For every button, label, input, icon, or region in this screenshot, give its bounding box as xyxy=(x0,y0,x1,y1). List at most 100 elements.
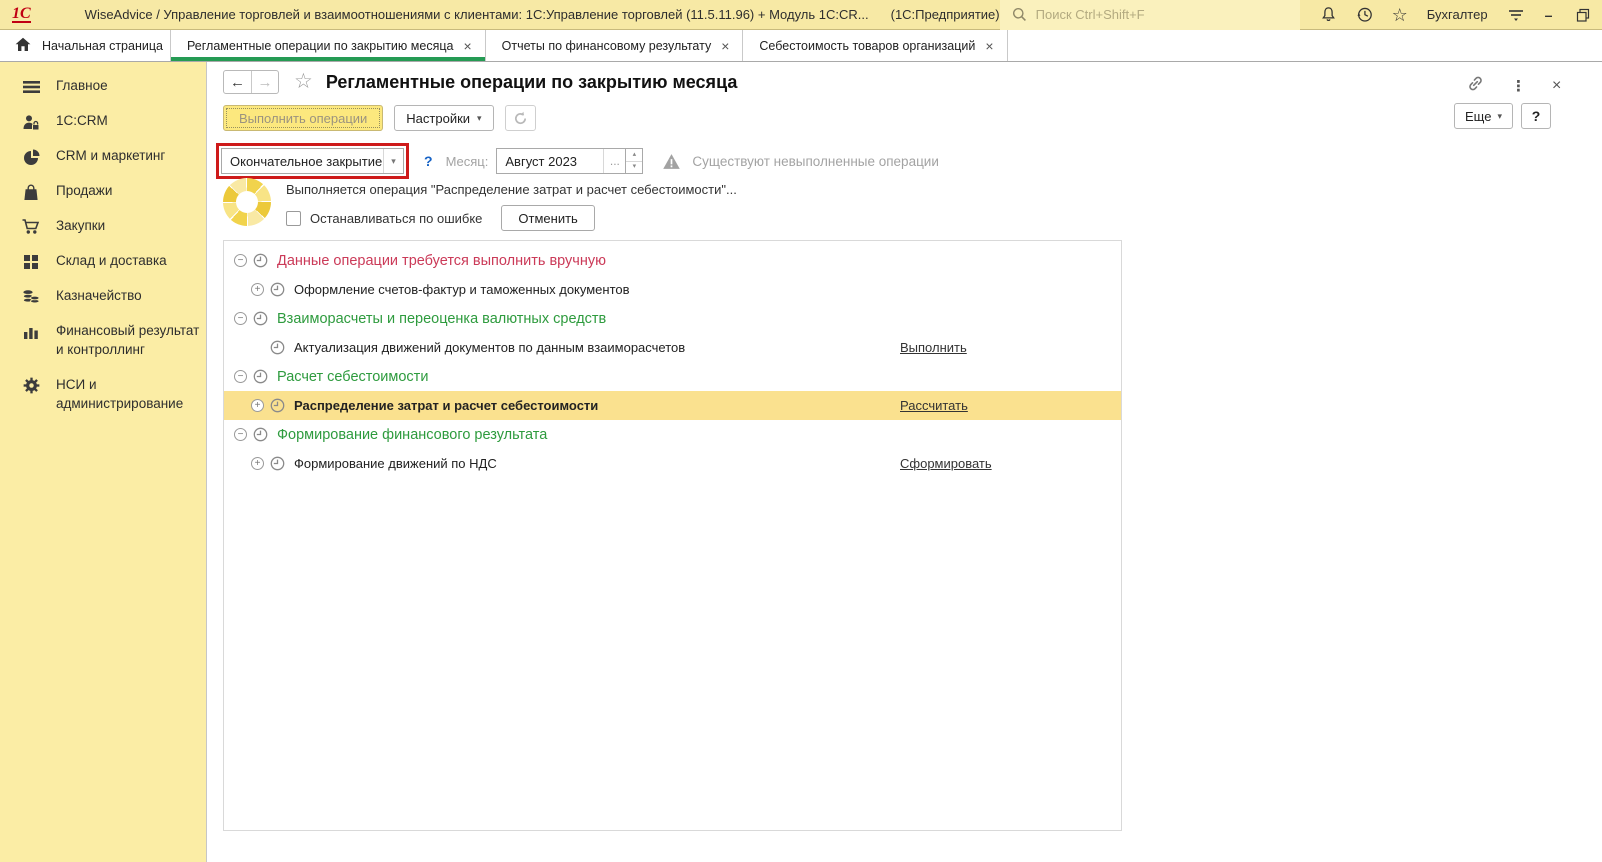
chevron-down-icon: ▾ xyxy=(477,112,482,123)
tab-close-icon[interactable]: × xyxy=(985,39,993,53)
grid-icon xyxy=(22,253,40,271)
sidebar-item-label: Главное xyxy=(56,78,108,93)
operation-label: Формирование финансового результата xyxy=(277,426,548,443)
spinner-down-icon[interactable]: ▾ xyxy=(626,162,642,174)
operation-label: Формирование движений по НДС xyxy=(294,456,497,471)
more-button[interactable]: Еще ▾ xyxy=(1454,103,1513,129)
forward-button[interactable]: → xyxy=(251,71,278,93)
expander-icon[interactable]: − xyxy=(234,254,247,267)
operation-row[interactable]: Актуализация движений документов по данн… xyxy=(224,333,1121,362)
expander-icon[interactable]: + xyxy=(251,399,264,412)
operation-action-link[interactable]: Сформировать xyxy=(900,456,992,471)
operations-list: − Данные операции требуется выполнить вру… xyxy=(223,240,1122,831)
title-bar: 1С WiseAdvice / Управление торговлей и в… xyxy=(0,0,1602,30)
sidebar-item[interactable]: Финансовый результат и контроллинг xyxy=(0,314,206,368)
home-tab-label: Начальная страница xyxy=(42,38,163,53)
topbar-icons: ☆ Бухгалтер xyxy=(1320,6,1525,24)
sidebar-item[interactable]: Казначейство xyxy=(0,279,206,314)
cancel-button[interactable]: Отменить xyxy=(501,205,595,231)
operation-row[interactable]: − Данные операции требуется выполнить вру… xyxy=(224,246,1121,275)
operation-row[interactable]: − Расчет себестоимости xyxy=(224,362,1121,391)
scheduled-clock-icon xyxy=(270,398,285,413)
sidebar-item[interactable]: Склад и доставка xyxy=(0,244,206,279)
active-tab-indicator xyxy=(171,57,485,61)
sidebar-item-label: 1C:CRM xyxy=(56,113,108,128)
form-close-icon[interactable]: × xyxy=(1552,77,1561,95)
back-button[interactable]: ← xyxy=(224,71,251,93)
get-link-icon[interactable] xyxy=(1466,75,1485,97)
more-menu-dots-icon[interactable]: ⋮ xyxy=(1511,77,1526,95)
expander-icon[interactable]: − xyxy=(234,428,247,441)
person-lock-icon xyxy=(22,113,40,131)
tab-close-icon[interactable]: × xyxy=(721,39,729,53)
operation-row[interactable]: + Формирование движений по НДС Сформироват… xyxy=(224,449,1121,478)
sidebar-item-label: Склад и доставка xyxy=(56,253,167,268)
global-search-input[interactable]: Поиск Ctrl+Shift+F xyxy=(999,0,1300,30)
chevron-down-icon: ▾ xyxy=(1497,110,1502,121)
scheduled-clock-icon xyxy=(253,427,268,442)
sidebar-item[interactable]: 1C:CRM xyxy=(0,104,206,139)
sidebar-item-label: Финансовый результат и контроллинг xyxy=(56,323,200,357)
tab-label: Себестоимость товаров организаций xyxy=(759,38,976,53)
favorites-star-icon[interactable]: ☆ xyxy=(1392,6,1408,24)
home-tab[interactable]: Начальная страница xyxy=(0,30,171,61)
sidebar-item[interactable]: Продажи xyxy=(0,174,206,209)
current-user[interactable]: Бухгалтер xyxy=(1427,7,1488,22)
operation-row[interactable]: − Формирование финансового результата xyxy=(224,420,1121,449)
history-icon[interactable] xyxy=(1356,6,1373,23)
help-button[interactable]: ? xyxy=(1520,103,1551,129)
notifications-bell-icon[interactable] xyxy=(1320,6,1337,23)
operation-row[interactable]: − Взаиморасчеты и переоценка валютных сре… xyxy=(224,304,1121,333)
progress-status-text: Выполняется операция "Распределение затр… xyxy=(286,182,737,197)
expander-icon[interactable]: + xyxy=(251,457,264,470)
tab-label: Регламентные операции по закрытию месяца xyxy=(187,38,454,53)
restore-icon[interactable] xyxy=(1576,8,1590,22)
settings-button[interactable]: Настройки ▾ xyxy=(394,105,494,131)
stop-on-error-checkbox[interactable] xyxy=(286,210,301,226)
closing-type-dropdown[interactable]: Окончательное закрытие ▾ xyxy=(221,148,404,174)
month-input[interactable]: Август 2023 ... xyxy=(496,148,627,174)
operation-label: Данные операции требуется выполнить вруч… xyxy=(277,252,606,269)
page-title: Регламентные операции по закрытию месяца xyxy=(325,71,738,92)
closing-type-help-icon[interactable]: ? xyxy=(424,153,433,169)
pie-chart-icon xyxy=(22,148,40,166)
chevron-down-icon[interactable]: ▾ xyxy=(383,149,403,173)
minimize-icon[interactable]: – xyxy=(1545,7,1553,23)
operation-row[interactable]: + Оформление счетов-фактур и таможенных д… xyxy=(224,275,1121,304)
month-picker-button[interactable]: ... xyxy=(603,149,625,173)
tab[interactable]: Регламентные операции по закрытию месяца… xyxy=(171,30,486,61)
form-corner-icons: ⋮ × xyxy=(1466,75,1561,97)
filter-row: Окончательное закрытие ▾ ? Месяц: Август… xyxy=(216,143,939,179)
tab[interactable]: Отчеты по финансовому результату × xyxy=(485,30,744,61)
main-area: ← → ☆ Регламентные операции по закрытию … xyxy=(208,62,1602,862)
operation-label: Распределение затрат и расчет себестоимо… xyxy=(294,398,599,413)
expander-icon[interactable]: − xyxy=(234,370,247,383)
operation-action-link[interactable]: Рассчитать xyxy=(900,398,968,413)
tab-label: Отчеты по финансовому результату xyxy=(501,38,712,53)
refresh-button[interactable] xyxy=(504,105,536,131)
execute-operations-button[interactable]: Выполнить операции xyxy=(223,105,384,131)
spinner-up-icon[interactable]: ▴ xyxy=(626,149,643,162)
operation-label: Расчет себестоимости xyxy=(277,368,429,385)
1c-logo: 1С xyxy=(12,5,31,23)
expander-icon[interactable]: + xyxy=(251,283,264,296)
search-placeholder: Поиск Ctrl+Shift+F xyxy=(1035,7,1145,22)
operation-action-link[interactable]: Выполнить xyxy=(900,340,967,355)
tab[interactable]: Себестоимость товаров организаций × xyxy=(743,30,1008,61)
gear-icon xyxy=(22,377,40,395)
scheduled-clock-icon xyxy=(270,340,285,355)
operation-label: Актуализация движений документов по данн… xyxy=(294,340,686,355)
sidebar-item[interactable]: Закупки xyxy=(0,209,206,244)
tab-close-icon[interactable]: × xyxy=(463,39,471,53)
app-name: (1С:Предприятие) xyxy=(890,7,1000,22)
scheduled-clock-icon xyxy=(253,369,268,384)
add-favorite-star-icon[interactable]: ☆ xyxy=(294,71,313,92)
unfinished-operations-warning: Существуют невыполненные операции xyxy=(692,153,939,169)
sidebar-item[interactable]: НСИ и администрирование xyxy=(0,368,206,422)
personalization-icon[interactable] xyxy=(1507,7,1525,22)
sidebar-item[interactable]: CRM и маркетинг xyxy=(0,139,206,174)
sidebar-item[interactable]: Главное xyxy=(0,69,206,104)
operation-row[interactable]: + Распределение затрат и расчет себестоим… xyxy=(224,391,1121,420)
app-window: 1С WiseAdvice / Управление торговлей и в… xyxy=(0,0,1602,862)
expander-icon[interactable]: − xyxy=(234,312,247,325)
